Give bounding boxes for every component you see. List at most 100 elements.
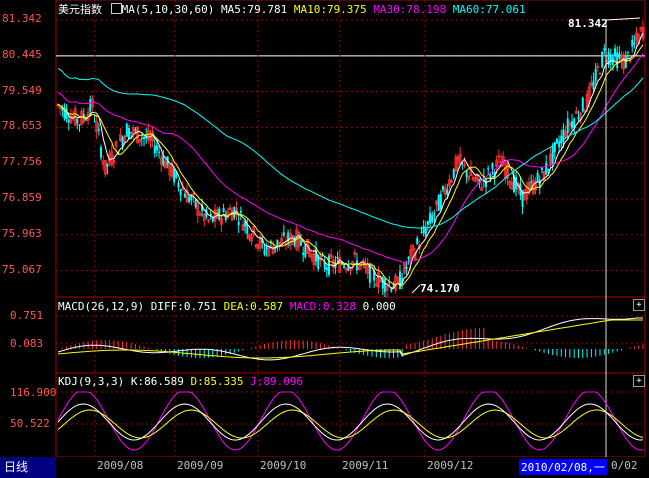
candle-body-down <box>300 240 303 246</box>
candle-body-down <box>343 265 346 268</box>
candle-body-down <box>618 53 621 59</box>
candle-body-down <box>282 232 285 236</box>
sub-y-tick: 50.522 <box>10 417 50 430</box>
main-y-tick: 75.963 <box>2 226 42 240</box>
candle-body-down <box>97 128 100 131</box>
candle-body-down <box>558 142 561 148</box>
candle-body-down <box>125 123 128 137</box>
candle-body-down <box>484 179 487 187</box>
candle-body-down <box>265 246 268 250</box>
main-y-tick: 77.756 <box>2 155 42 169</box>
ma30-value: MA30:78.198 <box>373 3 447 16</box>
candle-body-down <box>555 138 558 143</box>
main-y-tick: 78.653 <box>2 119 42 133</box>
low-price-label: 74.170 <box>420 282 460 295</box>
candle-body-down <box>465 170 468 177</box>
sub-y-tick: 116.900 <box>10 386 57 399</box>
month-label: 2009/11 <box>342 459 389 472</box>
candle-body-down <box>616 52 619 69</box>
candle-body-down <box>383 278 386 293</box>
kdj-expand-button[interactable]: + <box>633 375 645 387</box>
candle-body-down <box>336 256 339 259</box>
candle-body-down <box>439 193 442 210</box>
candle-body-down <box>89 99 92 112</box>
candle-body-down <box>577 117 580 120</box>
candle-body-down <box>302 252 305 256</box>
candle-body-down <box>416 238 419 244</box>
ma10-line <box>57 44 644 287</box>
candle-body-down <box>188 196 191 202</box>
candle-body-down <box>143 136 146 140</box>
candle-body-down <box>547 168 550 171</box>
candle-body-down <box>67 119 70 123</box>
macd-diff-line <box>57 317 643 361</box>
candle-body-down <box>592 80 595 90</box>
candle-body-down <box>441 185 444 190</box>
indicator-icon[interactable] <box>110 3 122 14</box>
candle-body-down <box>420 231 423 233</box>
candle-body-down <box>633 42 636 45</box>
candle-body-down <box>134 129 137 131</box>
candle-body-down <box>603 48 606 51</box>
sub-y-tick: 0.751 <box>10 309 44 322</box>
month-label: 2009/09 <box>177 459 224 472</box>
candle-body-down <box>426 221 429 225</box>
macd-extra: 0.000 <box>362 300 396 313</box>
candle-body-down <box>155 145 158 151</box>
candle-body-down <box>177 182 180 188</box>
month-label: 2009/12 <box>427 459 474 472</box>
candle-body-down <box>540 167 543 170</box>
ma5-value: MA5:79.781 <box>220 3 288 16</box>
candle-body-down <box>624 56 627 69</box>
candle-body-down <box>566 118 569 133</box>
main-y-tick: 80.445 <box>2 47 42 61</box>
kdj-j: J:89.096 <box>250 375 304 388</box>
candle-body-down <box>179 189 182 196</box>
candle-body-down <box>431 214 434 223</box>
candle-body-down <box>246 224 249 234</box>
candle-body-down <box>614 48 617 56</box>
ma10-value: MA10:79.375 <box>293 3 367 16</box>
candle-body-down <box>233 206 236 218</box>
candle-body-down <box>325 267 328 270</box>
candle-body-down <box>491 163 494 169</box>
ma60-value: MA60:77.061 <box>452 3 526 16</box>
candle-body-down <box>183 193 186 198</box>
macd-expand-button[interactable]: + <box>633 299 645 311</box>
candle-body-down <box>422 226 425 234</box>
main-panel-frame <box>55 0 646 298</box>
ma-params: MA(5,10,30,60) <box>121 3 215 16</box>
kdj-j-line <box>57 391 644 451</box>
main-y-tick: 76.859 <box>2 191 42 204</box>
main-y-tick: 75.067 <box>2 262 42 276</box>
macd-macd: MACD:0.328 <box>289 300 357 313</box>
candle-body-down <box>487 168 490 170</box>
candle-body-down <box>153 146 156 154</box>
candle-body-down <box>398 271 401 290</box>
macd-diff: DIFF:0.751 <box>150 300 217 313</box>
kdj-title: KDJ(9,3,3) <box>58 375 125 388</box>
instrument-title: 美元指数 <box>58 3 102 16</box>
chart-canvas[interactable] <box>0 0 649 478</box>
main-y-tick: 81.342 <box>2 12 42 25</box>
cursor-date-tail: 0/02 <box>611 459 638 472</box>
ma5-line <box>57 33 644 289</box>
macd-dea: DEA:0.587 <box>223 300 284 313</box>
candle-body-down <box>536 172 539 182</box>
candle-body-down <box>173 169 176 183</box>
kdj-k-line <box>57 403 644 441</box>
candle-body-down <box>222 208 225 213</box>
candle-body-down <box>130 131 133 134</box>
month-label: 2009/10 <box>260 459 307 472</box>
candle-body-down <box>452 168 455 179</box>
candle-body-down <box>429 212 432 224</box>
low-pointer <box>411 284 421 294</box>
kdj-d: D:85.335 <box>190 375 244 388</box>
candle-body-down <box>551 146 554 164</box>
candle-body-down <box>158 151 161 153</box>
candle-body-down <box>433 213 436 216</box>
candle-body-down <box>424 228 427 236</box>
period-tab-daily[interactable]: 日线 <box>0 457 56 478</box>
candle-body-down <box>631 39 634 47</box>
time-axis-bar: 日线 2009/08 2009/09 2009/10 2009/11 2009/12 2… <box>0 457 649 478</box>
